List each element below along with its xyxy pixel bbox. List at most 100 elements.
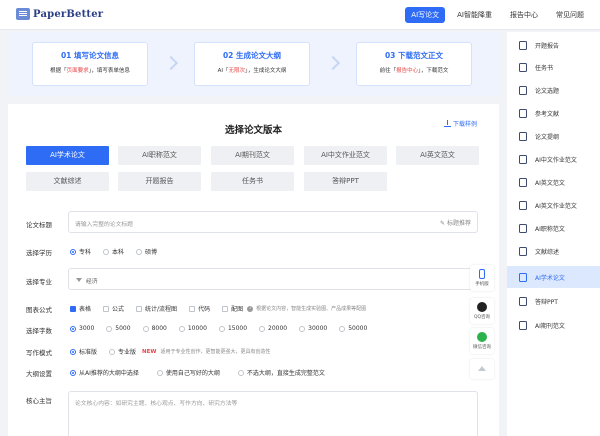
version-lit-review[interactable]: 文献综述 [26,172,109,191]
version-ai-title[interactable]: AI职称范文 [118,146,201,165]
mode-option-standard[interactable]: 标准版 [70,347,97,356]
step-arrow-icon [325,55,341,71]
nav-ai-dedupe[interactable]: AI智能降重 [451,7,498,23]
qq-icon [477,302,487,312]
chart-option[interactable]: 代码 [189,304,210,313]
topic-icon [519,85,527,95]
version-proposal[interactable]: 开题报告 [118,172,201,191]
academic-icon [519,272,527,282]
sidebar-item-proposal[interactable]: 开题报告 [507,34,600,56]
sidebar-item-topic[interactable]: 论文选题 [507,79,600,101]
download-icon [443,120,451,127]
core-label: 核心主旨 [26,397,52,405]
book-icon [519,62,527,72]
outline-label: 大纲设置 [26,370,52,378]
words-options: 3000 5000 8000 10000 15000 20000 30000 5… [70,325,379,332]
mode-note: 适用于专业性创作，更智能更强大，更具有创造性 [160,349,271,355]
references-icon [519,108,527,118]
sidebar-item-task-book[interactable]: 任务书 [507,56,600,78]
step-desc: 前往「报告中心」，下载范文 [379,68,449,74]
brand-name: PaperBetter [33,8,104,20]
outline-icon [519,131,527,141]
qq-consult-button[interactable]: QQ咨询 [470,298,494,324]
words-option[interactable]: 8000 [142,325,167,332]
words-option[interactable]: 3000 [70,325,94,332]
major-label: 选择专业 [26,278,52,286]
chart-option[interactable]: 公式 [103,304,124,313]
sidebar-item-defense-ppt[interactable]: 答辩PPT [507,290,600,312]
sidebar-item-en-homework[interactable]: AI英文作业范文 [507,194,600,216]
mobile-version-button[interactable]: 手机版 [470,265,494,291]
title-label: 论文标题 [26,221,52,229]
nav-report-center[interactable]: 报告中心 [504,7,544,23]
chart-option[interactable]: 表格 [70,304,91,313]
major-select[interactable]: 经济 [68,268,478,290]
wechat-icon [477,332,487,342]
english-icon [519,177,527,187]
step-title: 03 下载范文正文 [384,51,444,60]
core-textarea[interactable]: 论文核心内容：如研究主题、核心观点、写作方向、研究方法等 [68,391,478,436]
degree-options: 专科 本科 硕博 [70,247,169,256]
sidebar-item-outline[interactable]: 论文提纲 [507,125,600,147]
degree-option[interactable]: 本科 [103,247,124,256]
step-title: 02 生成论文大纲 [222,51,282,60]
logo[interactable]: PaperBetter [16,8,103,20]
award-icon [519,223,527,233]
sidebar-item-journal[interactable]: AI期刊范文 [507,314,600,336]
version-ai-journal[interactable]: AI期刊范文 [211,146,294,165]
degree-option[interactable]: 硕博 [136,247,157,256]
top-bar: PaperBetter AI写论文 AI智能降重 报告中心 常见问题 [0,0,600,30]
outline-option[interactable]: 使用自己写好的大纲 [156,368,220,377]
step-desc: AI「无限次」，生成论文大纲 [217,68,287,74]
sidebar-item-lit-review[interactable]: 文献综述 [507,240,600,262]
outline-option[interactable]: 从AI推荐的大纲中选择 [70,368,139,377]
chart-options: 表格 公式 统计/流程图 代码 配图 i 根据论文内容，智能生成实验图、产品成果… [70,304,366,313]
sidebar-item-ai-academic[interactable]: AI学术论文 [507,266,600,288]
sidebar-item-cn-homework[interactable]: AI中文作业范文 [507,148,600,170]
words-option[interactable]: 50000 [339,325,367,332]
main-nav: AI写论文 AI智能降重 报告中心 常见问题 [399,7,590,23]
chart-note: 根据论文内容，智能生成实验图、产品成果等配图 [256,306,367,312]
step-arrow-icon [163,55,179,71]
download-sample-link[interactable]: 下载样例 [443,119,477,128]
nav-faq[interactable]: 常见问题 [550,7,590,23]
version-defense-ppt[interactable]: 答辩PPT [304,172,387,191]
card-title: 选择论文版本 [224,125,282,136]
step-1: 01 填写论文信息 根据「页面要求」，填写表单信息 [32,42,148,86]
words-option[interactable]: 15000 [218,325,247,332]
back-to-top-button[interactable] [470,359,494,379]
degree-label: 选择学历 [26,249,52,257]
degree-option[interactable]: 专科 [70,247,91,256]
chart-label: 图表公式 [26,306,52,314]
title-recommend-button[interactable]: ✎ 标题推荐 [440,218,471,227]
sidebar-item-en-paper[interactable]: AI英文范文 [507,171,600,193]
wechat-consult-button[interactable]: 微信咨询 [470,328,494,354]
chart-option[interactable]: 统计/流程图 [136,304,177,313]
words-option[interactable]: 20000 [259,325,287,332]
version-ai-academic[interactable]: AI学术论文 [26,146,109,165]
sidebar-item-references[interactable]: 参考文献 [507,102,600,124]
step-title: 01 填写论文信息 [60,51,120,60]
title-placeholder: 请输入完整的论文标题 [75,222,133,228]
outline-option[interactable]: 不选大纲，直接生成完整范文 [237,368,325,377]
step-3: 03 下载范文正文 前往「报告中心」，下载范文 [356,42,472,86]
sidebar-item-title-paper[interactable]: AI职称范文 [507,217,600,239]
nav-ai-write[interactable]: AI写论文 [405,7,446,23]
globe-icon [519,296,527,306]
version-task-book[interactable]: 任务书 [211,172,294,191]
title-input[interactable]: 请输入完整的论文标题 ✎ 标题推荐 [68,211,478,233]
words-option[interactable]: 10000 [178,325,207,332]
mode-option-pro[interactable]: 专业版 [109,347,136,356]
words-label: 选择字数 [26,327,52,335]
right-sidebar: 开题报告 任务书 论文选题 参考文献 论文提纲 AI中文作业范文 AI英文范文 … [507,32,600,436]
outline-options: 从AI推荐的大纲中选择 使用自己写好的大纲 不选大纲，直接生成完整范文 [70,368,337,377]
version-ai-cn-homework[interactable]: AI中文作业范文 [304,146,387,165]
info-icon[interactable]: i [247,305,254,312]
document-icon [519,40,527,50]
chart-option[interactable]: 配图 [222,304,243,313]
version-ai-english[interactable]: AI英文范文 [396,146,479,165]
major-value: 经济 [86,279,98,285]
words-option[interactable]: 30000 [299,325,327,332]
homework-icon [519,154,527,164]
words-option[interactable]: 5000 [106,325,131,332]
